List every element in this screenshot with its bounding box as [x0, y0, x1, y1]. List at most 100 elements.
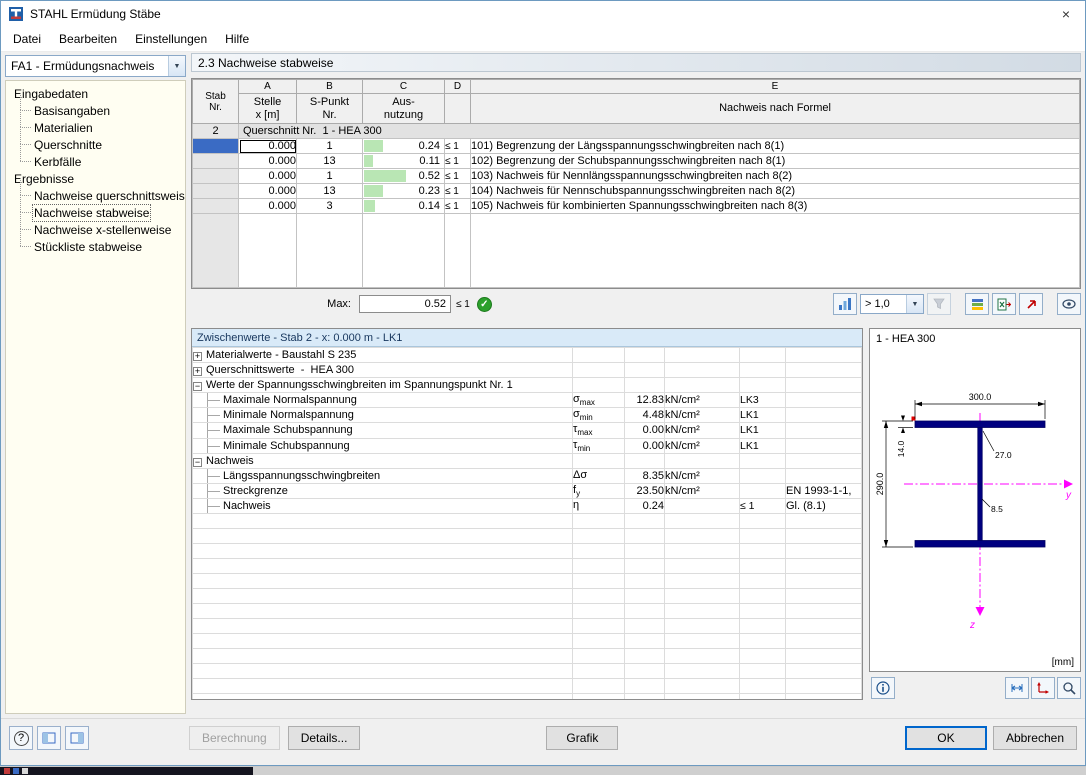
row-header[interactable]: [192, 198, 239, 214]
cell-stelle[interactable]: 0.000: [238, 153, 297, 169]
cell-stelle[interactable]: 0.000: [238, 138, 297, 154]
help-icon: ?: [13, 730, 29, 746]
eye-icon: [1062, 299, 1076, 309]
group-row-label: Querschnitt Nr. 1 - HEA 300: [238, 123, 1080, 139]
cell-formel[interactable]: 102) Begrenzung der Schubspannungsschwin…: [470, 153, 1080, 169]
cell-stelle[interactable]: 0.000: [238, 168, 297, 184]
cell-s-punkt[interactable]: 3: [296, 198, 363, 214]
menu-item-einstellungen[interactable]: Einstellungen: [126, 28, 216, 50]
sidebar-item-querschnitte[interactable]: Querschnitte: [10, 127, 185, 153]
sidebar-item-nachweise-querschnittsweise[interactable]: Nachweise querschnittsweise: [10, 178, 186, 204]
cell-ausnutzung[interactable]: 0.24: [362, 138, 445, 154]
details-group-cell[interactable]: − Nachweis: [192, 452, 573, 469]
result-diagram-button[interactable]: [833, 293, 857, 315]
cell-ausnutzung[interactable]: 0.52: [362, 168, 445, 184]
excel-export-button[interactable]: [992, 293, 1016, 315]
bar-chart-icon: [839, 298, 851, 310]
collapse-icon[interactable]: −: [193, 382, 202, 391]
sidebar-item-materialien[interactable]: Materialien: [10, 110, 185, 136]
abbrechen-button[interactable]: Abbrechen: [992, 726, 1077, 750]
show-in-model-button[interactable]: [1019, 293, 1043, 315]
grafik-button[interactable]: Grafik: [546, 726, 619, 750]
axis-y-label: y: [1065, 490, 1072, 501]
column-letter-d[interactable]: D: [444, 79, 471, 94]
cell-ausnutzung[interactable]: 0.14: [362, 198, 445, 214]
collapse-icon[interactable]: −: [193, 457, 202, 467]
column-letter-e[interactable]: E: [470, 79, 1080, 94]
column-header-ausnutzung[interactable]: Aus- nutzung: [362, 93, 445, 124]
row-header[interactable]: [192, 138, 239, 154]
cell-ausnutzung[interactable]: 0.11: [362, 153, 445, 169]
menu-item-bearbeiten[interactable]: Bearbeiten: [50, 28, 126, 50]
view-mode-button[interactable]: [1057, 293, 1081, 315]
menu-item-hilfe[interactable]: Hilfe: [216, 28, 258, 50]
cell-formel[interactable]: 104) Nachweis für Nennschubspannungsschw…: [470, 183, 1080, 199]
column-letter-b[interactable]: B: [296, 79, 363, 94]
cell-stelle[interactable]: 0.000: [238, 183, 297, 199]
details-note: [785, 422, 862, 439]
usage-value: 0.11: [419, 155, 440, 167]
details-button[interactable]: Details...: [287, 726, 361, 750]
column-header-stelle[interactable]: Stelle x [m]: [238, 93, 297, 124]
close-icon[interactable]: ×: [1047, 1, 1085, 27]
cell-stelle[interactable]: 0.000: [238, 198, 297, 214]
dimension-toggle-button[interactable]: [1005, 677, 1029, 699]
info-button[interactable]: [871, 677, 895, 699]
sidebar-item-stueckliste-stabweise[interactable]: Stückliste stabweise: [10, 229, 185, 255]
column-header-d[interactable]: [444, 93, 471, 124]
cell-s-punkt[interactable]: 1: [296, 168, 363, 184]
cell-formel[interactable]: 101) Begrenzung der Längsspannungsschwin…: [470, 138, 1080, 154]
details-group-cell[interactable]: + Materialwerte - Baustahl S 235: [192, 347, 573, 363]
color-scale-button[interactable]: [965, 293, 989, 315]
excel-icon: [997, 298, 1011, 310]
cell-formel[interactable]: 105) Nachweis für kombinierten Spannungs…: [470, 198, 1080, 214]
zoom-button[interactable]: [1057, 677, 1081, 699]
column-letter-c[interactable]: C: [362, 79, 445, 94]
details-group-cell[interactable]: − Werte der Spannungsschwingbreiten im Sp…: [192, 377, 573, 393]
threshold-select[interactable]: > 1,0 ▼: [860, 294, 924, 314]
help-button[interactable]: ?: [9, 726, 33, 750]
sidebar-item-eingabedaten[interactable]: Eingabedaten: [10, 85, 185, 102]
details-unit: kN/cm²: [664, 407, 740, 424]
column-letter-a[interactable]: A: [238, 79, 297, 94]
berechnung-button: Berechnung: [189, 726, 280, 750]
ok-button[interactable]: OK: [904, 726, 987, 750]
details-note: Gl. (8.1): [785, 498, 862, 515]
sidebar-item-label: Kerbfälle: [34, 154, 82, 169]
usage-bar: [364, 200, 376, 212]
jump-arrow-icon: [1026, 299, 1036, 309]
details-item-row: Nachweis η 0.24 ≤ 1 Gl. (8.1): [192, 498, 862, 515]
row-header[interactable]: [192, 183, 239, 199]
details-item-row: Minimale Normalspannung σmin 4.48 kN/cm² LK1: [192, 407, 862, 424]
sidebar-item-kerbfaelle[interactable]: Kerbfälle: [10, 144, 185, 170]
sidebar-item-label: Nachweise querschnittsweise: [34, 188, 186, 203]
graphic-panel: 1 - HEA 300 300.0 290.0 14.0 27.0 8.5 y …: [869, 328, 1081, 700]
sidebar-item-nachweise-x-stellenweise[interactable]: Nachweise x-stellenweise: [10, 212, 185, 238]
result-row: 0.000 1 0.24 ≤ 1 101) Begrenzung der Längssp…: [192, 138, 1080, 154]
expand-icon[interactable]: +: [193, 352, 202, 361]
dock-panel-right-button[interactable]: [65, 726, 89, 750]
sidebar-item-ergebnisse[interactable]: Ergebnisse: [10, 170, 185, 187]
sidebar-item-label: Nachweise stabweise: [31, 203, 152, 222]
case-selector[interactable]: FA1 - Ermüdungsnachweis ▼: [5, 55, 186, 77]
row-header[interactable]: [192, 168, 239, 184]
usage-bar: [364, 140, 384, 152]
cell-formel[interactable]: 103) Nachweis für Nennlängsspannungsschw…: [470, 168, 1080, 184]
axes-toggle-button[interactable]: [1031, 677, 1055, 699]
menu-item-datei[interactable]: Datei: [4, 28, 50, 50]
cell-s-punkt[interactable]: 1: [296, 138, 363, 154]
row-header[interactable]: 2: [192, 123, 239, 139]
dock-panel-left-button[interactable]: [37, 726, 61, 750]
cell-ausnutzung[interactable]: 0.23: [362, 183, 445, 199]
expand-icon[interactable]: +: [193, 367, 202, 376]
cell-s-punkt[interactable]: 13: [296, 153, 363, 169]
cell-s-punkt[interactable]: 13: [296, 183, 363, 199]
details-group-cell[interactable]: + Querschnittswerte - HEA 300: [192, 362, 573, 378]
sidebar-item-basisangaben[interactable]: Basisangaben: [10, 93, 185, 119]
column-header-formel[interactable]: Nachweis nach Formel: [470, 93, 1080, 124]
details-value: 0.24: [624, 498, 665, 515]
column-header-stab[interactable]: Stab Nr.: [192, 79, 239, 124]
sidebar-item-nachweise-stabweise[interactable]: Nachweise stabweise: [10, 195, 185, 222]
column-header-s-punkt[interactable]: S-Punkt Nr.: [296, 93, 363, 124]
row-header[interactable]: [192, 153, 239, 169]
